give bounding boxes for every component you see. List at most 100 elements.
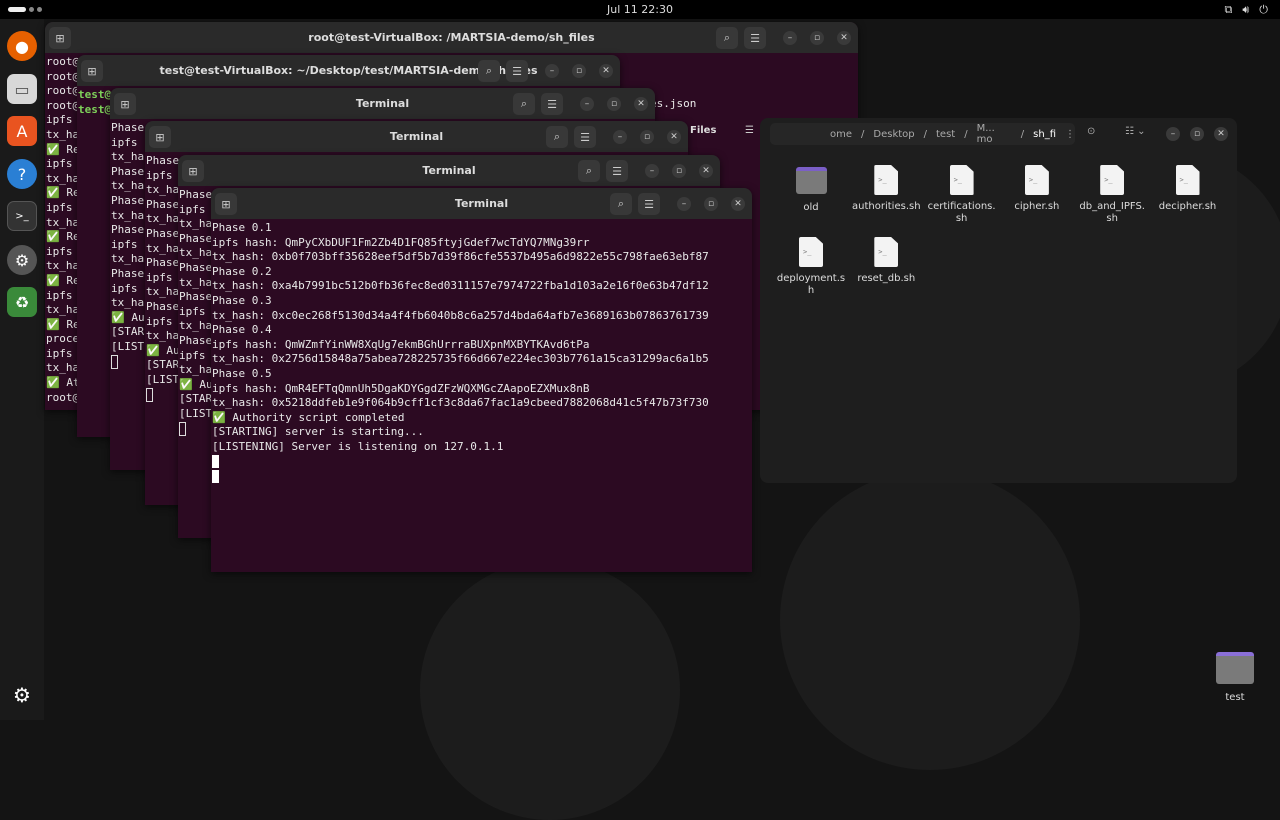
list-view-icon[interactable]: ☷ ⌄	[1125, 126, 1146, 137]
new-folder-icon[interactable]: ⊙	[1087, 126, 1095, 137]
top-bar: Jul 11 22:30 ⧉ 🔊︎ ⏻	[0, 0, 1280, 19]
close-button[interactable]: ✕	[1214, 127, 1228, 141]
file-manager-window: Files ☰ ‹ ome/Desktop/test/M... mo/sh_fi…	[690, 118, 1237, 483]
maximize-button[interactable]: ▫	[672, 164, 686, 178]
app-center-icon[interactable]: A	[7, 116, 37, 146]
file-item[interactable]: >_ deployment.sh	[776, 237, 846, 297]
terminal-icon[interactable]: >_	[7, 201, 37, 231]
terminal-line: Phase 0.1	[212, 221, 272, 234]
terminal-line: tx_hash: 0x2756d15848a75abea728225735f66…	[212, 352, 709, 366]
minimize-button[interactable]: –	[1166, 127, 1180, 141]
search-icon[interactable]: ⌕	[546, 126, 568, 148]
close-button[interactable]: ✕	[634, 97, 648, 111]
menu-icon[interactable]: ☰	[574, 126, 596, 148]
desktop-folder-test[interactable]: test	[1200, 650, 1270, 704]
file-item[interactable]: >_ authorities.sh	[851, 165, 921, 213]
files-icon[interactable]: ▭	[7, 74, 37, 104]
minimize-button[interactable]: –	[580, 97, 594, 111]
menu-icon[interactable]: ☰	[541, 93, 563, 115]
search-icon[interactable]: ⌕	[478, 60, 500, 82]
title-bar[interactable]: ⊞ Terminal ⌕ ☰ – ▫ ✕	[145, 121, 688, 152]
terminal-output[interactable]: Phase 0.1 ipfs hash: QmPyCXbDUF1Fm2Zb4D1F…	[211, 219, 752, 572]
window-title: Terminal	[422, 164, 476, 177]
terminal-line: Phase 0.3	[212, 293, 272, 307]
help-icon[interactable]: ?	[7, 159, 37, 189]
file-name: reset_db.sh	[857, 273, 916, 284]
terminal-line: ipfs hash: QmR4EFTqQmnUh5DgaKDYGgdZFzWQX…	[212, 381, 590, 395]
terminal-line: [LISTENING] Server is listening on 127.0…	[212, 439, 504, 453]
minimize-button[interactable]: –	[783, 31, 797, 45]
breadcrumb-separator: /	[861, 128, 865, 140]
file-manager-partial-title: Files	[690, 125, 717, 136]
breadcrumb: ome / Desktop / test / M... mo / sh_fi ⋮	[770, 123, 1075, 145]
maximize-button[interactable]: ▫	[810, 31, 824, 45]
maximize-button[interactable]: ▫	[640, 130, 654, 144]
file-name: deployment.sh	[776, 273, 846, 296]
search-icon[interactable]: ⌕	[716, 27, 738, 49]
close-button[interactable]: ✕	[837, 31, 851, 45]
minimize-button[interactable]: –	[613, 130, 627, 144]
file-item[interactable]: >_ decipher.sh	[1153, 165, 1223, 213]
file-item[interactable]: >_ cipher.sh	[1002, 165, 1072, 213]
menu-icon[interactable]: ☰	[744, 27, 766, 49]
menu-icon[interactable]: ☰	[638, 193, 660, 215]
title-bar[interactable]: ⊞ root@test-VirtualBox: /MARTSIA-demo/sh…	[45, 22, 858, 53]
terminal-line: Phase 0.2	[212, 264, 272, 278]
breadcrumb-item[interactable]: M... mo	[977, 123, 1012, 145]
terminal-line: ipfs hash: QmPyCXbDUF1Fm2Zb4D1FQ85ftyjGd…	[212, 235, 590, 249]
breadcrumb-separator: /	[1020, 128, 1025, 140]
title-bar[interactable]: ⊞ Terminal ⌕ ☰ – ▫ ✕	[211, 188, 752, 219]
breadcrumb-item[interactable]: ome	[830, 129, 852, 140]
breadcrumb-item[interactable]: sh_fi	[1033, 129, 1056, 140]
system-tray[interactable]: ⧉ 🔊︎ ⏻	[1225, 3, 1269, 17]
file-item[interactable]: >_ reset_db.sh	[851, 237, 921, 285]
maximize-button[interactable]: ▫	[607, 97, 621, 111]
dock: ● ▭ A ? >_ ⚙ ♻ ⚙	[0, 19, 44, 720]
window-title: Terminal	[355, 97, 410, 110]
breadcrumb-item[interactable]: Desktop	[873, 129, 914, 140]
window-title: Terminal	[454, 197, 509, 210]
title-bar[interactable]: ⊞ Terminal ⌕ ☰ – ▫ ✕	[178, 155, 720, 186]
search-icon[interactable]: ⌕	[513, 93, 535, 115]
breadcrumb-separator: /	[964, 128, 968, 140]
script-file-icon: >_	[1024, 165, 1049, 195]
menu-icon[interactable]: ☰	[745, 125, 754, 136]
terminal-line: es.json	[650, 97, 697, 110]
search-icon[interactable]: ⌕	[610, 193, 632, 215]
clock[interactable]: Jul 11 22:30	[0, 3, 1280, 16]
file-name: decipher.sh	[1158, 201, 1217, 212]
menu-icon[interactable]: ☰	[606, 160, 628, 182]
terminal-line: ipfs hash: QmWZmfYinWW8XqUg7ekmBGhUrrraB…	[212, 337, 590, 351]
settings-icon[interactable]: ⚙	[7, 245, 37, 275]
folder-item[interactable]: old	[776, 165, 846, 214]
menu-icon[interactable]: ☰	[506, 60, 528, 82]
terminal-line: tx_hash: 0xb0f703bff35628eef5df5b7d39f86…	[212, 250, 709, 264]
minimize-button[interactable]: –	[645, 164, 659, 178]
breadcrumb-item[interactable]: test	[936, 129, 955, 140]
firefox-icon[interactable]: ●	[7, 31, 37, 61]
file-item[interactable]: >_ certifications.sh	[927, 165, 997, 225]
close-button[interactable]: ✕	[667, 130, 681, 144]
path-menu-icon[interactable]: ⋮	[1065, 129, 1075, 140]
file-item[interactable]: >_ db_and_IPFS.sh	[1077, 165, 1147, 225]
search-icon[interactable]: ⌕	[578, 160, 600, 182]
script-file-icon: >_	[949, 165, 974, 195]
minimize-button[interactable]: –	[545, 64, 559, 78]
terminal-line: tx_hash: 0x5218ddfeb1e9f064b9cff1cf3c8da…	[212, 396, 709, 410]
close-button[interactable]: ✕	[699, 164, 713, 178]
trash-icon[interactable]: ♻	[7, 287, 37, 317]
terminal-cursor	[212, 455, 219, 468]
maximize-button[interactable]: ▫	[1190, 127, 1204, 141]
maximize-button[interactable]: ▫	[572, 64, 586, 78]
maximize-button[interactable]: ▫	[704, 197, 718, 211]
script-file-icon: >_	[1100, 165, 1125, 195]
close-button[interactable]: ✕	[731, 197, 745, 211]
title-bar[interactable]: ⊞ Terminal ⌕ ☰ – ▫ ✕	[110, 88, 655, 119]
show-apps-icon[interactable]: ⚙	[7, 680, 37, 710]
folder-icon	[795, 167, 827, 194]
minimize-button[interactable]: –	[677, 197, 691, 211]
terminal-cursor	[146, 387, 153, 402]
close-button[interactable]: ✕	[599, 64, 613, 78]
title-bar[interactable]: ⊞ test@test-VirtualBox: ~/Desktop/test/M…	[77, 55, 620, 86]
power-icon: ⏻	[1259, 3, 1268, 16]
